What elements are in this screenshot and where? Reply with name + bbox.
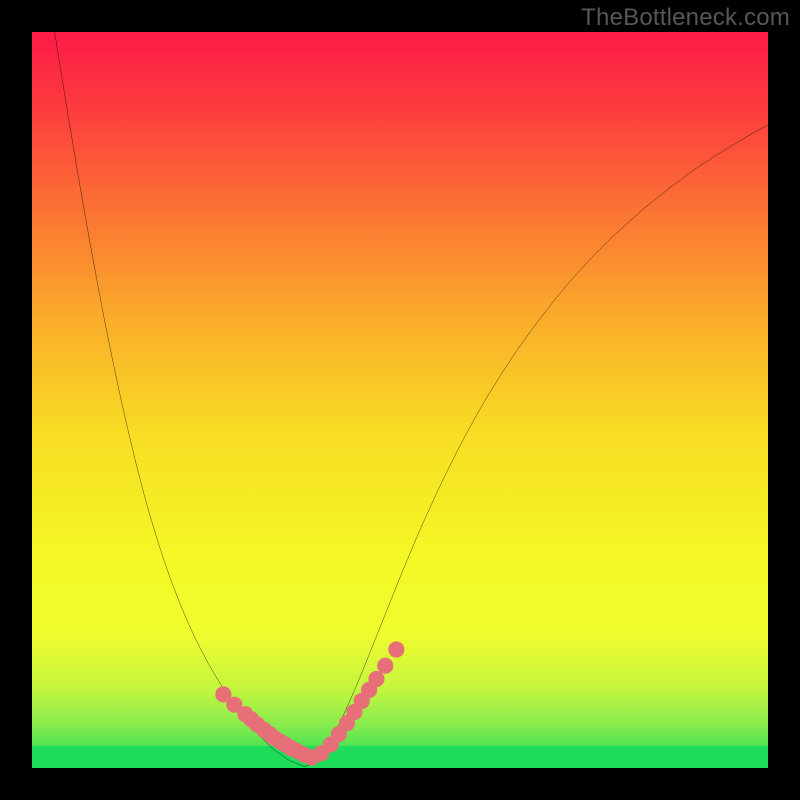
curve-marker [378, 658, 393, 673]
gradient-background [32, 32, 768, 768]
green-band [32, 746, 768, 768]
bottleneck-chart [32, 32, 768, 768]
chart-frame: TheBottleneck.com [0, 0, 800, 800]
watermark-text: TheBottleneck.com [581, 4, 790, 32]
curve-marker [369, 671, 384, 686]
curve-marker [389, 642, 404, 657]
